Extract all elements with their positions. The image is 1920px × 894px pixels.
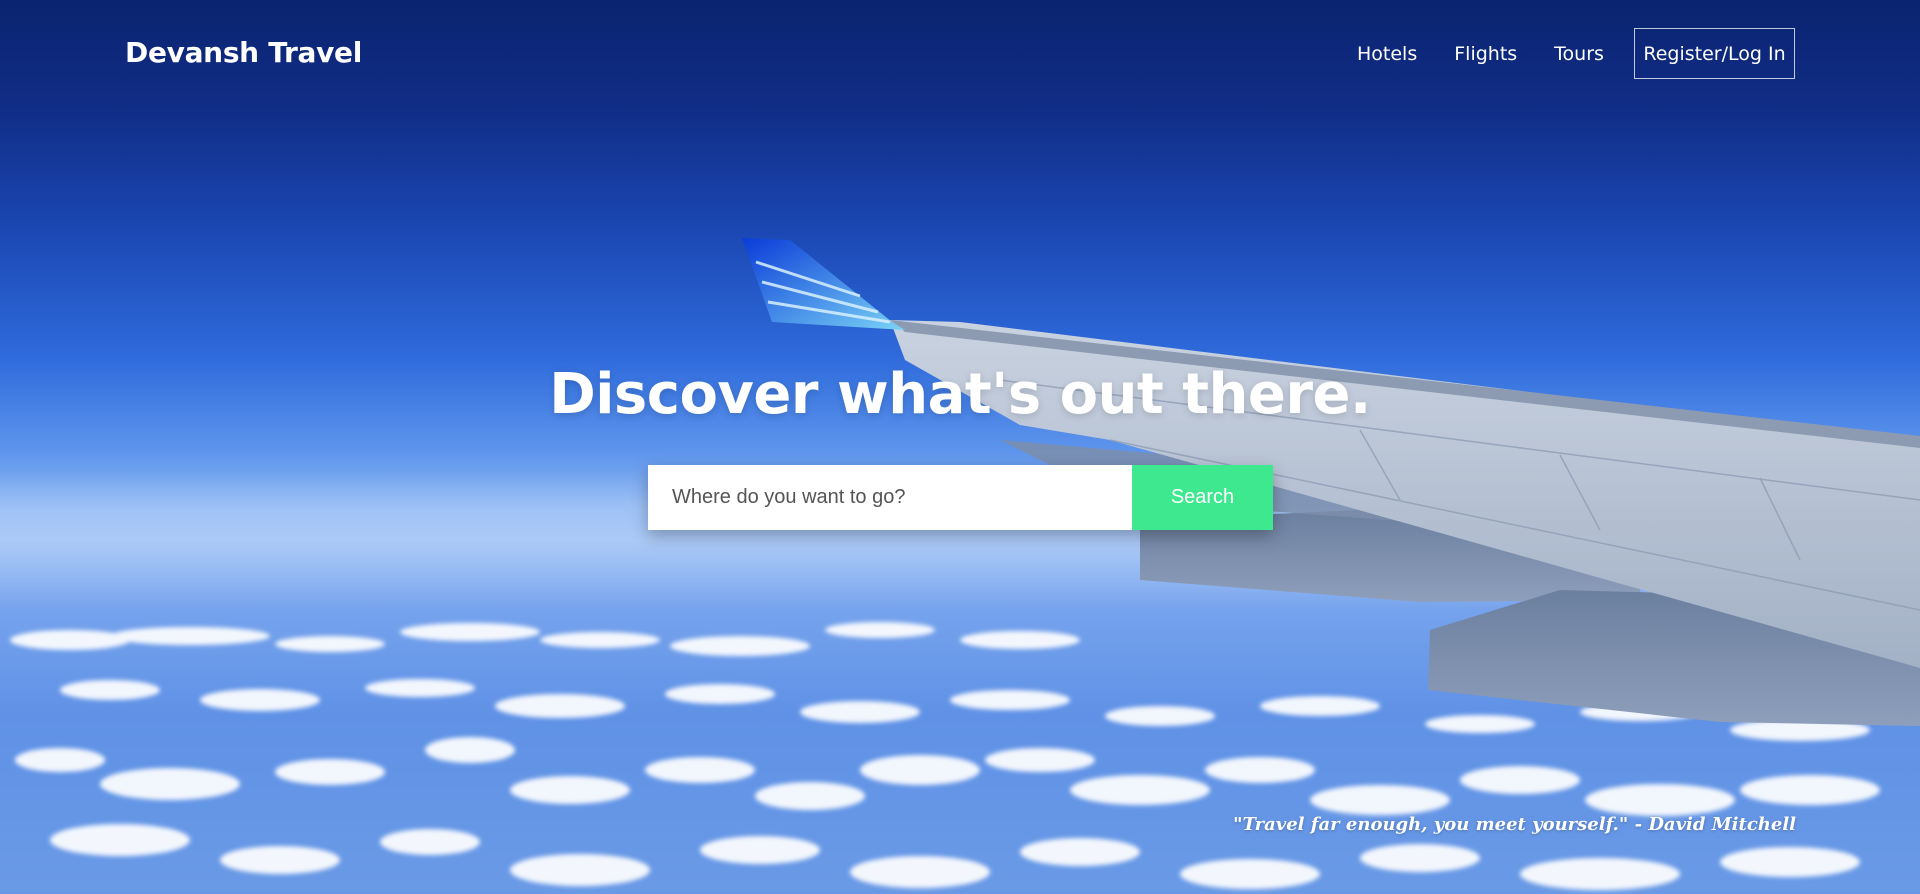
register-login-button[interactable]: Register/Log In xyxy=(1634,28,1795,79)
top-navigation: Devansh Travel Hotels Flights Tours Regi… xyxy=(0,0,1920,108)
nav-link-tours[interactable]: Tours xyxy=(1554,43,1604,65)
nav-links: Hotels Flights Tours xyxy=(1357,28,1641,80)
search-input[interactable] xyxy=(648,465,1132,530)
hero-headline: Discover what's out there. xyxy=(549,362,1371,427)
sky-scene-image xyxy=(10,238,1920,890)
nav-link-flights[interactable]: Flights xyxy=(1454,43,1517,65)
hero-background xyxy=(0,0,1920,894)
nav-link-hotels[interactable]: Hotels xyxy=(1357,43,1417,65)
hero-quote: "Travel far enough, you meet yourself." … xyxy=(1233,814,1796,835)
search-button[interactable]: Search xyxy=(1132,465,1273,530)
brand-logo-text[interactable]: Devansh Travel xyxy=(125,36,362,69)
search-bar: Search xyxy=(648,465,1273,530)
